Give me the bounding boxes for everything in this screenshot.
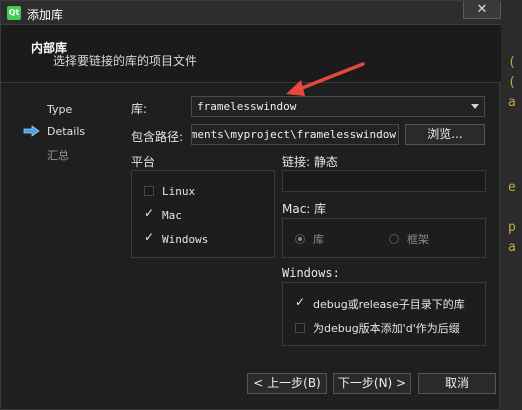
linking-title: 链接: 静态: [282, 155, 338, 169]
library-combobox[interactable]: framelesswindow: [191, 96, 485, 117]
mac-library-radio[interactable]: 库: [295, 231, 324, 247]
page-subtitle: 选择要链接的库的项目文件: [53, 54, 198, 68]
mac-title: Mac: 库: [282, 202, 327, 216]
qt-logo-icon: Qt: [7, 6, 21, 20]
close-button[interactable]: ✕: [463, 1, 501, 19]
include-path-value: ocuments\myproject\framelesswindow: [191, 128, 396, 141]
checkbox-label: Linux: [162, 185, 196, 198]
next-button[interactable]: 下一步(N) >: [333, 373, 411, 394]
browse-button[interactable]: 浏览...: [405, 124, 485, 145]
checkbox-label: debug或release子目录下的库: [313, 298, 465, 311]
radio-icon: [295, 234, 305, 244]
background-editor-strip: ((a epa: [500, 0, 522, 410]
platform-title: 平台: [131, 155, 156, 169]
title-bar: Qt 添加库 ✕: [1, 1, 501, 25]
platform-windows-checkbox[interactable]: Windows: [144, 230, 209, 246]
mac-framework-radio[interactable]: 框架: [389, 231, 429, 247]
platform-mac-checkbox[interactable]: Mac: [144, 206, 182, 222]
step-summary: 汇总: [47, 149, 69, 162]
library-label: 库:: [131, 102, 148, 116]
current-step-arrow-icon: [23, 125, 40, 137]
windows-subdir-checkbox[interactable]: debug或release子目录下的库: [295, 295, 465, 312]
checkmark-icon: [144, 230, 154, 244]
library-value: framelesswindow: [197, 100, 297, 113]
window-title: 添加库: [27, 8, 64, 22]
include-path-field[interactable]: ocuments\myproject\framelesswindow: [191, 124, 399, 145]
radio-label: 库: [313, 233, 324, 246]
wizard-header: 内部库 选择要链接的库的项目文件: [1, 25, 501, 83]
linking-field: [282, 170, 486, 192]
windows-title: Windows:: [282, 266, 340, 280]
radio-icon: [389, 234, 399, 244]
back-button[interactable]: < 上一步(B): [247, 373, 327, 394]
checkbox-label: 为debug版本添加'd'作为后缀: [313, 322, 460, 335]
platform-group: Linux Mac Windows: [131, 170, 275, 258]
radio-label: 框架: [407, 233, 429, 246]
step-details: Details: [47, 125, 86, 138]
include-path-label: 包含路径:: [131, 130, 184, 144]
windows-debug-suffix-checkbox[interactable]: 为debug版本添加'd'作为后缀: [295, 320, 460, 336]
windows-group: debug或release子目录下的库 为debug版本添加'd'作为后缀: [282, 282, 486, 346]
cancel-button[interactable]: 取消: [418, 373, 496, 394]
checkbox-box: [144, 186, 154, 196]
checkmark-icon: [295, 295, 305, 309]
add-library-dialog: Qt 添加库 ✕ 内部库 选择要链接的库的项目文件 Type Details 汇…: [0, 0, 501, 410]
platform-linux-checkbox[interactable]: Linux: [144, 185, 195, 198]
mac-group: 库 框架: [282, 218, 486, 258]
checkbox-label: Mac: [162, 209, 182, 222]
checkbox-label: Windows: [162, 233, 209, 246]
checkbox-box: [295, 323, 305, 333]
checkmark-icon: [144, 206, 154, 220]
step-type: Type: [47, 103, 73, 116]
chevron-down-icon: [471, 104, 479, 109]
